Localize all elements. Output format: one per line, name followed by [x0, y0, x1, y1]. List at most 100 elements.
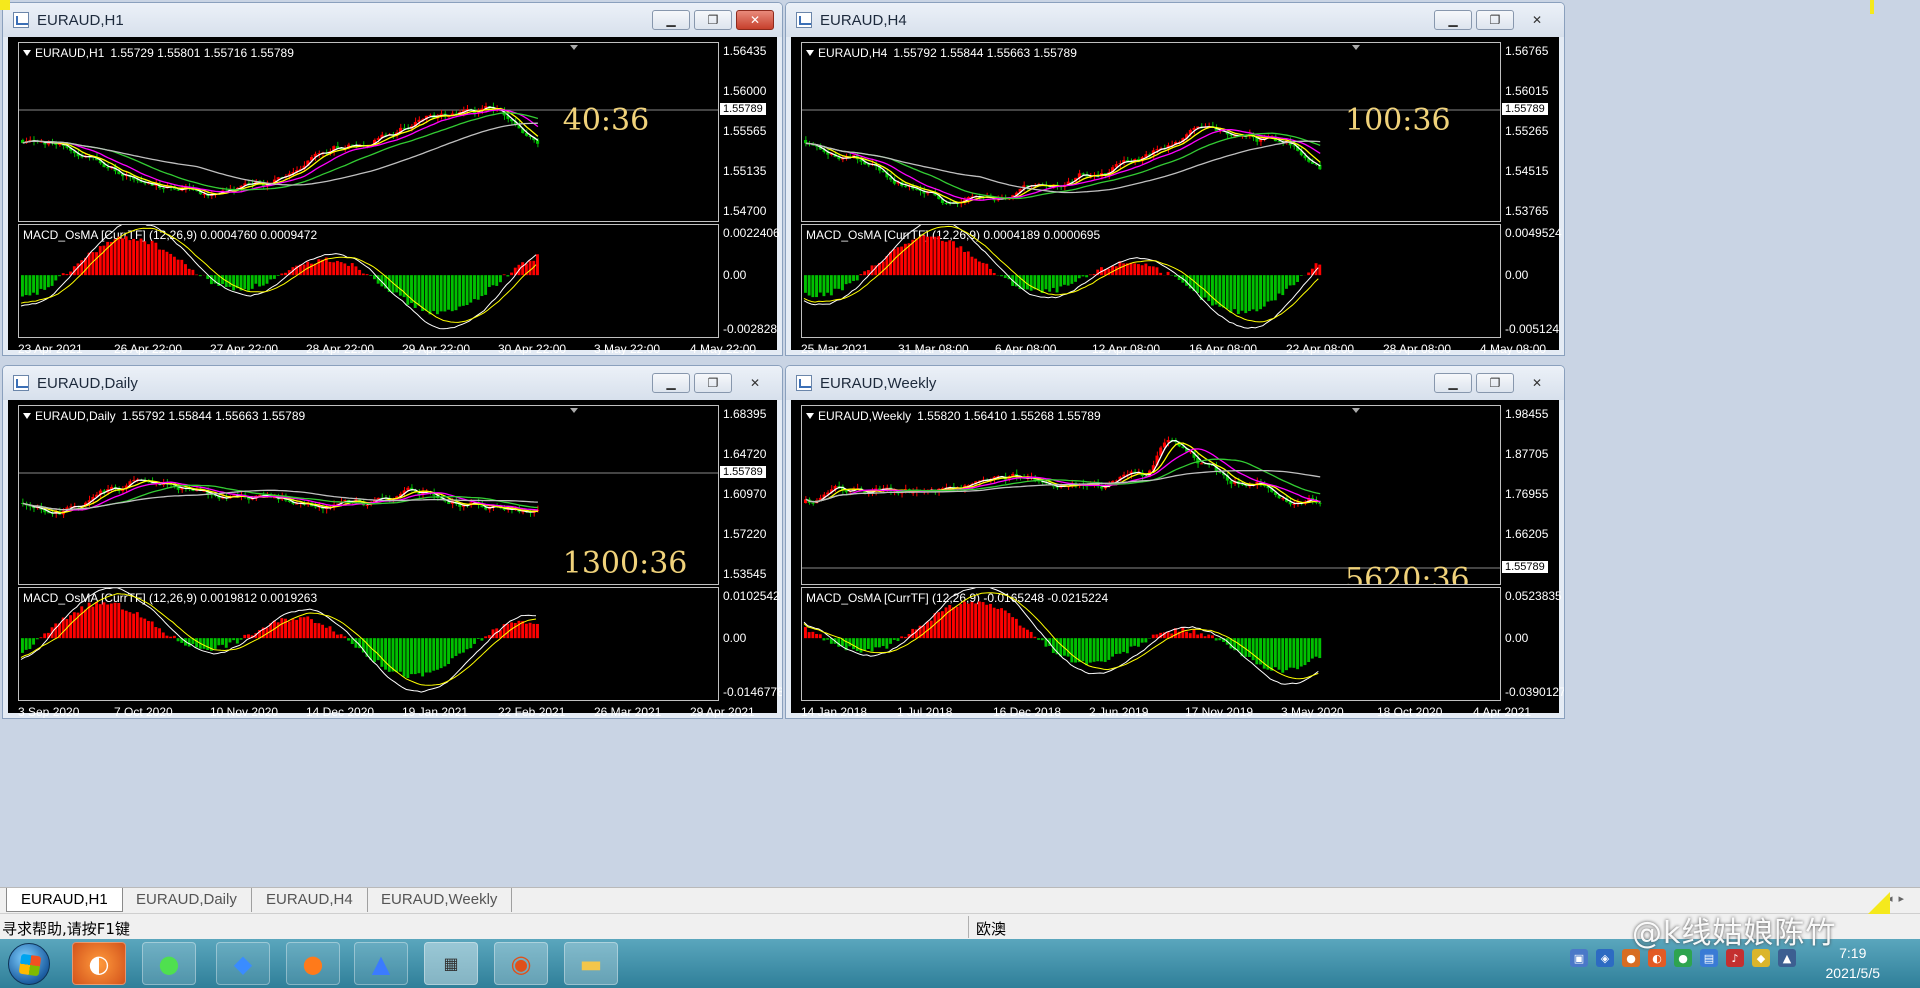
macd-histogram-bar	[1133, 638, 1137, 646]
chart-window[interactable]: EURAUD,Daily ▁ ❐ ✕ EURAUD,Daily 1.55792 1.558…	[2, 365, 783, 719]
price-pane[interactable]: EURAUD,Weekly 1.55820 1.56410 1.55268 1.5…	[801, 405, 1501, 585]
tab-euraud-h4[interactable]: EURAUD,H4	[252, 888, 368, 912]
chart-window[interactable]: EURAUD,Weekly ▁ ❐ ✕ EURAUD,Weekly 1.55820 1.5…	[785, 365, 1565, 719]
tray-security-icon[interactable]: ▣	[1570, 949, 1588, 967]
macd-axis[interactable]: 0.0022406 0.00 -0.002828	[723, 224, 782, 338]
close-icon[interactable]: ✕	[1518, 10, 1556, 30]
macd-histogram-bar	[347, 265, 350, 276]
time-axis[interactable]: 23 Apr 2021 26 Apr 22:00 27 Apr 22:00 28 Ap…	[18, 342, 756, 356]
macd-histogram-bar	[72, 612, 76, 639]
file-explorer-icon[interactable]: ▬	[564, 942, 618, 985]
chart-window-icon	[796, 12, 812, 28]
macd-histogram-bar	[1196, 634, 1200, 639]
macd-histogram-bar	[391, 638, 395, 672]
chart-canvas[interactable]: EURAUD,Daily 1.55792 1.55844 1.55663 1.55…	[8, 400, 782, 718]
macd-histogram-bar	[495, 275, 499, 286]
window-title-bar[interactable]: EURAUD,Daily ▁ ❐ ✕	[3, 366, 782, 400]
restore-icon[interactable]: ❐	[694, 373, 732, 393]
price-axis[interactable]: 1.98455 1.87705 1.76955 1.66205	[1505, 405, 1564, 585]
macd-axis[interactable]: 0.0523835 0.00 -0.0390127	[1505, 587, 1564, 701]
macd-axis[interactable]: 0.0102542 0.00 -0.0146778	[723, 587, 782, 701]
game-app-icon[interactable]: ◉	[494, 942, 548, 985]
wechat-icon[interactable]: ●	[142, 942, 196, 985]
macd-histogram-bar	[977, 261, 981, 276]
macd-histogram-bar	[900, 636, 904, 639]
shift-marker-icon	[1352, 408, 1360, 413]
macd-pane[interactable]: MACD_OsMA [CurrTF] (12,26,9) 0.0019812 0…	[18, 587, 719, 701]
tab-euraud-weekly[interactable]: EURAUD,Weekly	[367, 888, 513, 912]
tray-shield-icon[interactable]: ◈	[1596, 949, 1614, 967]
macd-histogram-bar	[376, 638, 380, 661]
current-price-tag: 1.55789	[1502, 561, 1548, 573]
restore-icon[interactable]: ❐	[1476, 373, 1514, 393]
minimize-icon[interactable]: ▁	[1434, 373, 1472, 393]
macd-histogram-bar	[521, 621, 525, 639]
close-icon[interactable]: ✕	[736, 10, 774, 30]
chart-window[interactable]: EURAUD,H4 ▁ ❐ ✕ EURAUD,H4 1.55792 1.55844 1.5…	[785, 2, 1565, 356]
macd-histogram-bar	[335, 260, 339, 276]
price-pane[interactable]: EURAUD,H4 1.55792 1.55844 1.55663 1.55789…	[801, 42, 1501, 222]
price-axis[interactable]: 1.56765 1.56015 1.55265 1.54515 1.53765	[1505, 42, 1564, 222]
macd-histogram-bar	[1314, 638, 1318, 657]
signal-line	[803, 592, 1319, 680]
macd-histogram-bar	[1181, 627, 1185, 639]
macd-histogram-bar	[313, 622, 317, 639]
time-axis[interactable]: 25 Mar 2021 31 Mar 08:00 6 Apr 08:00 12 Apr…	[801, 342, 1546, 356]
tab-scroll-arrows-icon[interactable]: ◂▸	[1887, 892, 1910, 905]
tab-euraud-h1[interactable]: EURAUD,H1	[6, 888, 123, 912]
time-axis[interactable]: 3 Sep 2020 7 Oct 2020 10 Nov 2020 14 Dec 20…	[18, 705, 755, 718]
macd-histogram-bar	[940, 240, 944, 276]
time-tick-label: 22 Apr 08:00	[1286, 342, 1355, 356]
chart-window[interactable]: EURAUD,H1 ▁ ❐ ✕ EURAUD,H1 1.55729 1.55801 1.5…	[2, 2, 783, 356]
candlestick	[804, 136, 808, 147]
price-axis[interactable]: 1.56435 1.56000 1.55565 1.55135 1.54700	[723, 42, 782, 222]
price-pane[interactable]: EURAUD,Daily 1.55792 1.55844 1.55663 1.55…	[18, 405, 719, 585]
window-title: EURAUD,Weekly	[820, 374, 937, 392]
price-pane[interactable]: EURAUD,H1 1.55729 1.55801 1.55716 1.55789…	[18, 42, 719, 222]
window-title-bar[interactable]: EURAUD,H1 ▁ ❐ ✕	[3, 3, 782, 37]
macd-pane[interactable]: MACD_OsMA [CurrTF] (12,26,9) 0.0004189 0…	[801, 224, 1501, 338]
browser-orange-icon[interactable]: ◐	[72, 942, 126, 985]
macd-histogram-bar	[907, 243, 911, 276]
trading-app-icon[interactable]: ▦	[424, 942, 478, 985]
lark-icon[interactable]: ▲	[354, 942, 408, 985]
firefox-icon[interactable]: ●	[286, 942, 340, 985]
macd-pane[interactable]: MACD_OsMA [CurrTF] (12,26,9) -0.0165248 …	[801, 587, 1501, 701]
start-button[interactable]	[8, 943, 50, 985]
macd-histogram-bar	[1192, 628, 1196, 639]
close-icon[interactable]: ✕	[736, 373, 774, 393]
chart-canvas[interactable]: EURAUD,H1 1.55729 1.55801 1.55716 1.55789…	[8, 37, 780, 355]
macd-histogram-bar	[1199, 633, 1203, 639]
time-tick-label: 29 Apr 2021	[690, 705, 755, 719]
restore-icon[interactable]: ❐	[694, 10, 732, 30]
feather-app-icon[interactable]: ◆	[216, 942, 270, 985]
macd-pane[interactable]: MACD_OsMA [CurrTF] (12,26,9) 0.0004760 0…	[18, 224, 719, 338]
macd-axis[interactable]: 0.0049524 0.00 -0.005124	[1505, 224, 1564, 338]
macd-histogram-bar	[918, 236, 922, 276]
current-price-tag: 1.55789	[720, 466, 766, 478]
macd-histogram-bar	[339, 634, 343, 639]
window-title-bar[interactable]: EURAUD,H4 ▁ ❐ ✕	[786, 3, 1564, 37]
window-title-bar[interactable]: EURAUD,Weekly ▁ ❐ ✕	[786, 366, 1564, 400]
macd-histogram-bar	[963, 251, 966, 276]
macd-histogram-bar	[32, 275, 36, 293]
macd-histogram-bar	[1292, 275, 1296, 286]
macd-histogram-bar	[815, 633, 818, 639]
candlestick	[335, 141, 340, 149]
time-axis[interactable]: 14 Jan 2018 1 Jul 2018 16 Dec 2018 2 Jun 20…	[801, 705, 1531, 718]
minimize-icon[interactable]: ▁	[652, 373, 690, 393]
macd-histogram-bar	[450, 638, 454, 659]
minimize-icon[interactable]: ▁	[652, 10, 690, 30]
macd-histogram-bar	[454, 275, 458, 311]
macd-histogram-bar	[28, 638, 32, 650]
status-help-text: 寻求帮助,请按F1键	[2, 920, 130, 938]
chart-canvas[interactable]: EURAUD,Weekly 1.55820 1.56410 1.55268 1.5…	[791, 400, 1564, 718]
macd-histogram-bar	[892, 248, 896, 276]
tab-euraud-daily[interactable]: EURAUD,Daily	[122, 888, 252, 912]
close-icon[interactable]: ✕	[1518, 373, 1556, 393]
price-axis[interactable]: 1.68395 1.64720 1.60970 1.57220 1.53545	[723, 405, 782, 585]
time-tick-label: 29 Apr 22:00	[402, 342, 471, 356]
chart-canvas[interactable]: EURAUD,H4 1.55792 1.55844 1.55663 1.55789…	[791, 37, 1562, 355]
minimize-icon[interactable]: ▁	[1434, 10, 1472, 30]
restore-icon[interactable]: ❐	[1476, 10, 1514, 30]
